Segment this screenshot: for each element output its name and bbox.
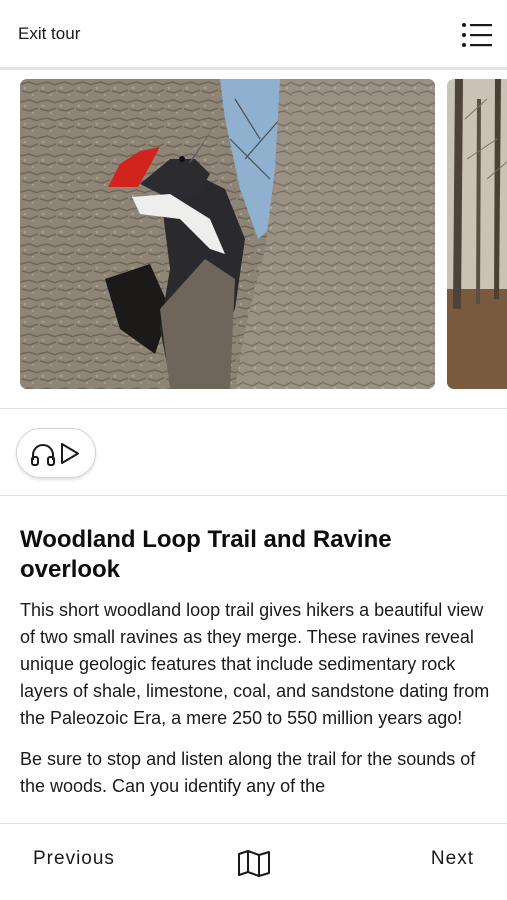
headphones-icon	[31, 444, 55, 466]
map-icon[interactable]	[237, 849, 271, 877]
list-menu-icon[interactable]	[461, 21, 493, 49]
woodpecker-photo[interactable]	[20, 79, 435, 389]
stop-content: Woodland Loop Trail and Ravine overlook …	[20, 525, 490, 800]
bottom-nav: Previous Next	[0, 823, 507, 900]
play-icon	[61, 443, 79, 464]
audio-row	[0, 410, 507, 496]
stop-title: Woodland Loop Trail and Ravine overlook	[20, 526, 392, 583]
previous-button[interactable]: Previous	[33, 848, 115, 870]
exit-tour-link[interactable]: Exit tour	[18, 24, 80, 44]
top-bar: Exit tour	[0, 0, 507, 70]
next-button[interactable]: Next	[431, 848, 474, 870]
image-gallery[interactable]	[0, 73, 507, 409]
description-paragraph: This short woodland loop trail gives hik…	[20, 600, 490, 728]
audio-play-button[interactable]	[16, 428, 96, 478]
forest-photo[interactable]	[447, 79, 507, 389]
description-paragraph: Be sure to stop and listen along the tra…	[20, 749, 476, 796]
